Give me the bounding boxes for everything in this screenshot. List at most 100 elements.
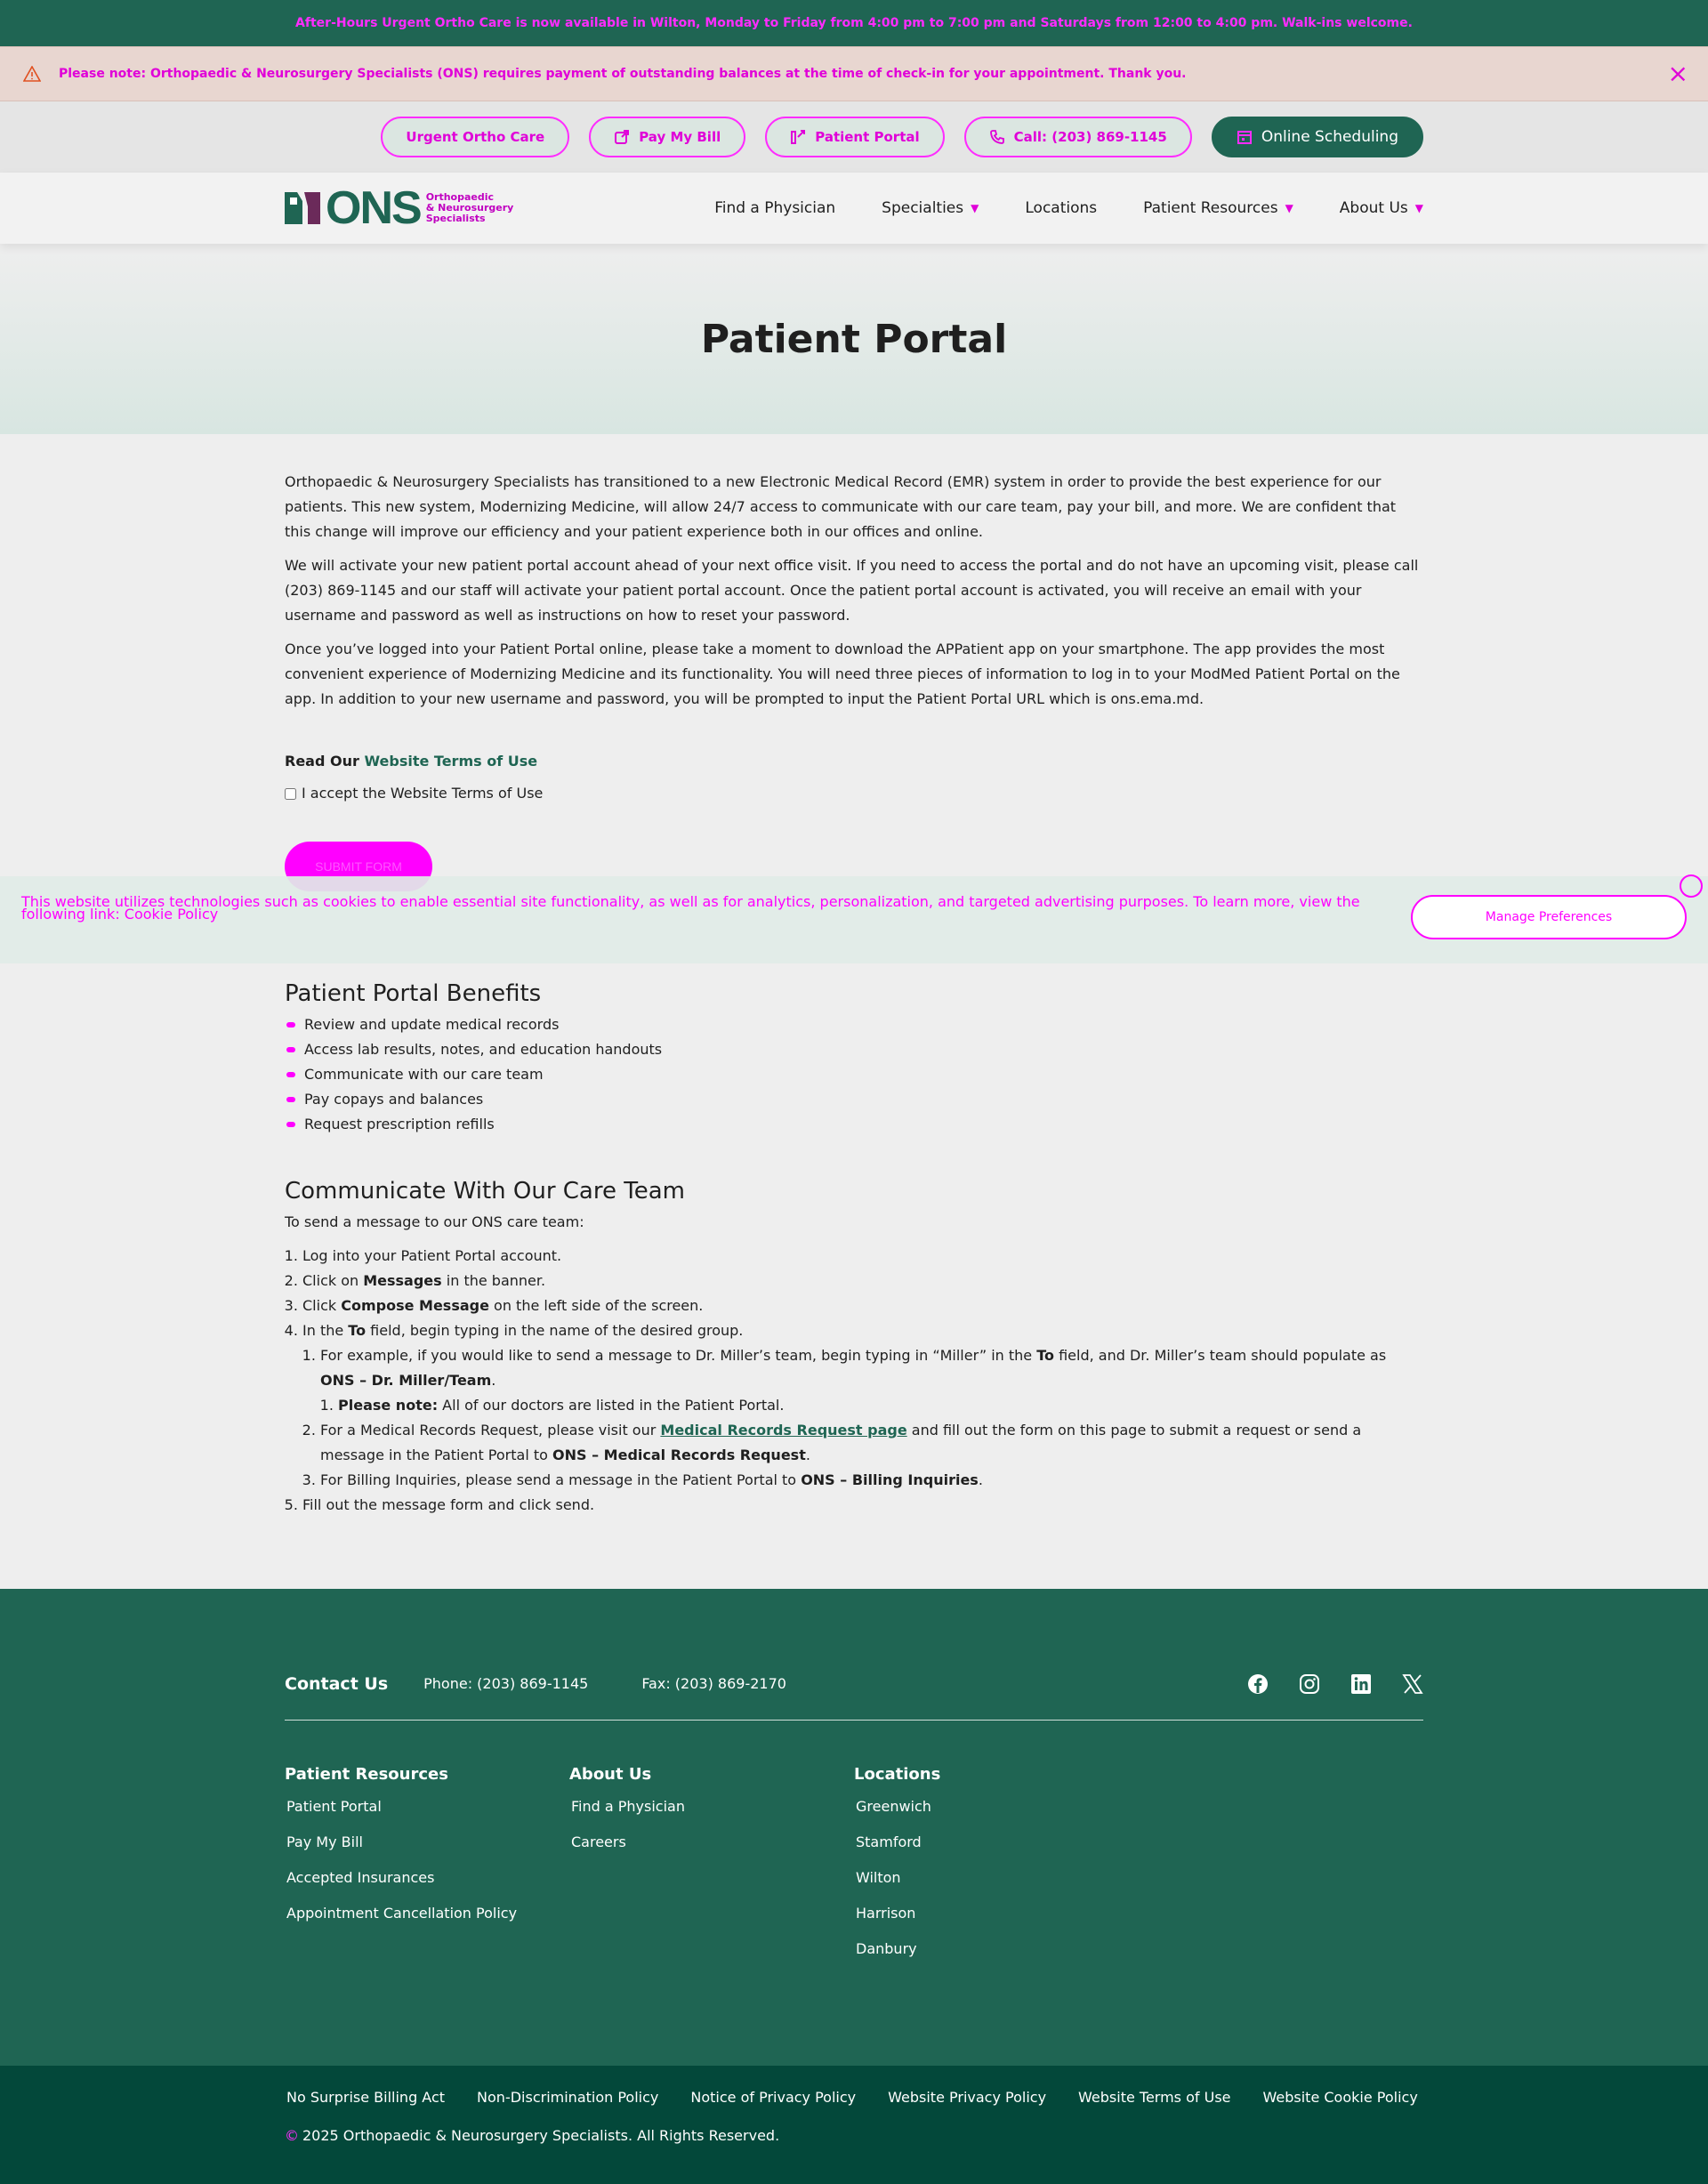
footer-col-title: Patient Resources — [285, 1765, 448, 1784]
footer-link[interactable]: Patient Portal — [285, 1794, 569, 1830]
list-item-text: Access lab results, notes, and education… — [304, 1041, 663, 1058]
medical-records-link[interactable]: Medical Records Request page — [660, 1422, 906, 1439]
footer-col-title: About Us — [569, 1765, 652, 1784]
footer-link[interactable]: Stamford — [854, 1830, 1139, 1866]
copyright: © 2025 Orthopaedic & Neurosurgery Special… — [285, 2127, 1423, 2144]
linkedin-icon[interactable] — [1350, 1673, 1372, 1695]
step-text: For example, if you would like to send a… — [320, 1347, 1037, 1364]
footer-link[interactable]: Find a Physician — [569, 1794, 854, 1830]
footer-divider — [285, 1720, 1423, 1721]
instagram-icon[interactable] — [1299, 1673, 1320, 1695]
chevron-down-icon: ▼ — [971, 202, 979, 214]
manage-preferences-button[interactable]: Manage Preferences — [1411, 895, 1687, 939]
legal-link[interactable]: Notice of Privacy Policy — [690, 2089, 856, 2106]
facebook-icon[interactable] — [1247, 1673, 1269, 1695]
footer-link[interactable]: Danbury — [854, 1937, 1139, 1972]
chevron-down-icon: ▼ — [1285, 202, 1293, 214]
steps-list: Log into your Patient Portal account. Cl… — [285, 1244, 1423, 1518]
cookie-policy-link[interactable]: Cookie Policy — [125, 906, 218, 923]
schedule-label: Online Scheduling — [1261, 128, 1398, 146]
step-text: In the — [302, 1322, 349, 1339]
call-label: Call: (203) 869-1145 — [1013, 129, 1167, 145]
footer-link[interactable]: Careers — [569, 1830, 854, 1866]
bullet-icon — [286, 1072, 295, 1077]
section-title: Patient Portal Benefits — [285, 980, 542, 1007]
close-icon[interactable] — [1680, 874, 1703, 898]
accept-terms[interactable]: I accept the Website Terms of Use — [285, 781, 1423, 806]
phone-icon — [989, 130, 1004, 144]
page-title: Patient Portal — [700, 316, 1008, 362]
footer-col-about-us: About Us Find a Physician Careers — [569, 1765, 854, 1972]
main-nav: ONS Orthopaedic & Neurosurgery Specialis… — [0, 173, 1708, 244]
urgent-label: Urgent Ortho Care — [406, 129, 545, 145]
step-text: Click — [302, 1297, 342, 1314]
chevron-down-icon: ▼ — [1414, 202, 1423, 214]
page-hero: Patient Portal — [0, 244, 1708, 434]
pay-label: Pay My Bill — [639, 129, 721, 145]
portal-label: Patient Portal — [815, 129, 920, 145]
legal-link[interactable]: Non-Discrimination Policy — [477, 2089, 658, 2106]
list-item-text: Review and update medical records — [304, 1016, 560, 1033]
call-button[interactable]: Call: (203) 869-1145 — [963, 117, 1192, 157]
step-text: field, begin typing in the name of the d… — [366, 1322, 744, 1339]
nav-locations[interactable]: Locations — [1025, 199, 1097, 217]
portal-icon — [791, 130, 806, 144]
online-scheduling-button[interactable]: Online Scheduling — [1211, 117, 1423, 157]
utility-bar: Urgent Ortho Care Pay My Bill Patient Po… — [0, 101, 1708, 173]
legal-link[interactable]: Website Privacy Policy — [888, 2089, 1046, 2106]
footer-columns: Patient Resources Patient Portal Pay My … — [285, 1765, 1423, 1972]
bullet-icon — [286, 1047, 295, 1052]
main-content: Orthopaedic & Neurosurgery Specialists h… — [285, 434, 1423, 1518]
footer-link[interactable]: Greenwich — [854, 1794, 1139, 1830]
footer-link[interactable]: Pay My Bill — [285, 1830, 569, 1866]
accept-label: I accept the Website Terms of Use — [302, 785, 544, 802]
nav-about-us[interactable]: About Us ▼ — [1340, 199, 1423, 217]
nav-find-physician[interactable]: Find a Physician — [714, 199, 835, 217]
bullet-icon — [286, 1122, 295, 1127]
footer-phone[interactable]: Phone: (203) 869-1145 — [423, 1675, 588, 1692]
footer-col-patient-resources: Patient Resources Patient Portal Pay My … — [285, 1765, 569, 1972]
step-bold: To — [348, 1322, 367, 1339]
footer-link[interactable]: Harrison — [854, 1901, 1139, 1937]
sub-sub-steps-list: Please note: All of our doctors are list… — [320, 1393, 1423, 1418]
logo-subtitle: Orthopaedic & Neurosurgery Specialists — [426, 192, 514, 224]
close-icon[interactable]: × — [1668, 61, 1688, 86]
step-bold: Messages — [363, 1272, 442, 1289]
nav-label: Patient Resources — [1143, 199, 1278, 217]
terms-link[interactable]: Website Terms of Use — [364, 753, 537, 770]
nav-patient-resources[interactable]: Patient Resources ▼ — [1143, 199, 1293, 217]
accept-checkbox[interactable] — [285, 787, 296, 800]
step-text: . — [491, 1372, 496, 1389]
step-bold: ONS – Medical Records Request — [552, 1447, 806, 1463]
nav-menu: Find a Physician Specialties ▼ Locations … — [714, 199, 1423, 217]
footer-link[interactable]: Wilton — [854, 1866, 1139, 1901]
cookie-text: This website utilizes technologies such … — [21, 895, 1391, 923]
step-bold: To — [1036, 1347, 1055, 1364]
nav-specialties[interactable]: Specialties ▼ — [882, 199, 979, 217]
logo-mark-icon — [285, 192, 320, 224]
footer-link[interactable]: Accepted Insurances — [285, 1866, 569, 1901]
x-twitter-icon[interactable] — [1402, 1673, 1423, 1695]
step-text: Fill out the message form and click send… — [302, 1496, 595, 1513]
patient-portal-button[interactable]: Patient Portal — [765, 117, 945, 157]
warning-icon — [23, 66, 41, 82]
footer-link[interactable]: Appointment Cancellation Policy — [285, 1901, 569, 1937]
legal-link[interactable]: Website Terms of Use — [1078, 2089, 1230, 2106]
intro-paragraph: Orthopaedic & Neurosurgery Specialists h… — [285, 473, 1397, 540]
social-links — [1247, 1673, 1423, 1695]
ons-logo[interactable]: ONS Orthopaedic & Neurosurgery Specialis… — [285, 185, 513, 231]
legal-link[interactable]: Website Cookie Policy — [1263, 2089, 1418, 2106]
communicate-intro: To send a message to our ONS care team: — [285, 1213, 584, 1230]
cookie-banner: This website utilizes technologies such … — [0, 874, 1708, 963]
legal-link[interactable]: No Surprise Billing Act — [286, 2089, 445, 2106]
pay-my-bill-button[interactable]: Pay My Bill — [589, 117, 746, 157]
step-item: For a Medical Records Request, please vi… — [320, 1418, 1423, 1468]
list-item: Review and update medical records — [285, 1012, 1423, 1037]
step-bold: ONS – Billing Inquiries — [801, 1471, 979, 1488]
external-link-icon — [615, 130, 630, 144]
balance-alert: Please note: Orthopaedic & Neurosurgery … — [0, 46, 1708, 101]
site-footer: Contact Us Phone: (203) 869-1145 Fax: (2… — [0, 1589, 1708, 2066]
footer-bottom: No Surprise Billing Act Non-Discriminati… — [0, 2066, 1708, 2184]
urgent-ortho-care-button[interactable]: Urgent Ortho Care — [381, 117, 570, 157]
step-item: Click on Messages in the banner. — [302, 1269, 1423, 1293]
